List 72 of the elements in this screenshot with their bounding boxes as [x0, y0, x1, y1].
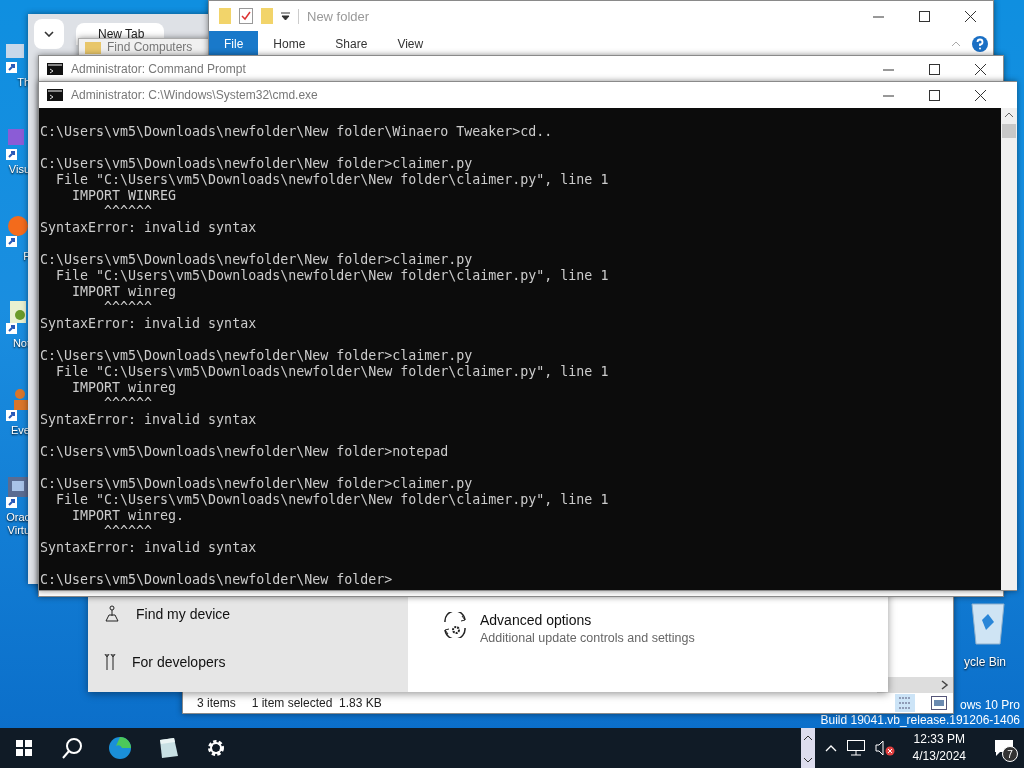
- console-line: File "C:\Users\vm5\Downloads\newfolder\New folder\claimer.py", line 1: [55, 268, 610, 284]
- search-icon: [61, 737, 83, 759]
- console-line: File "C:\Users\vm5\Downloads\newfolder\New folder\claimer.py", line 1: [55, 364, 610, 380]
- help-icon[interactable]: [971, 35, 989, 53]
- console-icon: [47, 89, 63, 101]
- close-icon: [974, 63, 986, 75]
- console-line: File "C:\Users\vm5\Downloads\newfolder\New folder\claimer.py", line 1: [55, 492, 610, 508]
- tools-icon: [104, 653, 116, 671]
- maximize-icon: [928, 63, 940, 75]
- dropdown-icon[interactable]: [281, 11, 290, 21]
- console-line: IMPORT WINREG: [71, 188, 178, 204]
- scroll-arrows-icon[interactable]: [800, 728, 815, 768]
- recycle-bin-icon[interactable]: [970, 600, 1006, 646]
- gear-icon: [205, 737, 227, 759]
- window-title: New folder: [298, 8, 370, 24]
- ribbon-tab[interactable]: Share: [320, 31, 383, 57]
- thumbnail-view-icon[interactable]: [931, 696, 947, 710]
- console-line: C:\Users\vm5\Downloads\newfolder\New folder>claimer.py: [40, 476, 474, 492]
- selection-info: 1 item selected 1.83 KB: [251, 696, 382, 710]
- console-line: ^^^^^^: [103, 524, 154, 540]
- scroll-thumb[interactable]: [1002, 124, 1016, 138]
- ribbon-tab[interactable]: File: [209, 31, 259, 57]
- browser-logo-icon: [108, 736, 132, 760]
- console-line: SyntaxError: invalid syntax: [40, 540, 258, 556]
- console-line: ^^^^^^: [103, 396, 154, 412]
- console-line: C:\Users\vm5\Downloads\newfolder\New folder>notepad: [40, 444, 450, 460]
- option-description: Additional update controls and settings: [480, 631, 695, 645]
- close-icon: [964, 10, 976, 22]
- chevron-up-icon[interactable]: [824, 744, 837, 752]
- refresh-gear-icon: [442, 612, 468, 638]
- console-line: C:\Users\vm5\Downloads\newfolder\New folder>claimer.py: [40, 156, 474, 172]
- console-line: SyntaxError: invalid syntax: [40, 412, 258, 428]
- edition-text: Build 19041.vb_release.191206-1406: [820, 713, 1020, 728]
- ribbon-tab[interactable]: View: [382, 31, 439, 57]
- settings-nav-item[interactable]: For developers: [104, 650, 408, 674]
- console-line: ^^^^^^: [103, 204, 154, 220]
- properties-icon[interactable]: [239, 8, 253, 24]
- console-line: ^^^^^^: [103, 300, 154, 316]
- console-line: IMPORT winreg: [71, 284, 178, 300]
- notifications-button[interactable]: 7: [984, 728, 1024, 768]
- console-line: C:\Users\vm5\Downloads\newfolder\New folder>claimer.py: [40, 252, 474, 268]
- console-line: IMPORT winreg: [71, 380, 178, 396]
- folder-icon: [85, 41, 101, 54]
- maximize-icon: [928, 89, 940, 101]
- console-line: File "C:\Users\vm5\Downloads\newfolder\New folder\claimer.py", line 1: [55, 172, 610, 188]
- scroll-right-icon[interactable]: [941, 680, 949, 690]
- item-count: 3 items: [197, 696, 236, 710]
- option-title[interactable]: Advanced options: [480, 612, 695, 628]
- notification-count: 7: [1002, 746, 1018, 762]
- clock-time[interactable]: 12:33 PM: [913, 731, 965, 748]
- maximize-icon: [918, 10, 930, 22]
- console-line: SyntaxError: invalid syntax: [40, 316, 258, 332]
- chevron-down-icon: [44, 31, 54, 37]
- settings-nav-item[interactable]: Find my device: [104, 602, 408, 626]
- console-icon: [47, 63, 63, 75]
- console-line: IMPORT winreg.: [71, 508, 186, 524]
- edition-text: ows 10 Pro: [959, 698, 1020, 713]
- ribbon-tab[interactable]: Home: [258, 31, 321, 57]
- console-line: C:\Users\vm5\Downloads\newfolder\New folder\Winaero Tweaker>cd..: [40, 124, 554, 140]
- location-person-icon: [104, 605, 120, 623]
- tab-list-button[interactable]: [34, 19, 64, 49]
- clock-date[interactable]: 4/13/2024: [912, 748, 966, 765]
- windows-logo-icon: [16, 740, 32, 756]
- window-title: Administrator: Command Prompt: [71, 62, 246, 76]
- recycle-bin-label: ycle Bin: [963, 655, 1006, 669]
- window-title: Administrator: C:\Windows\System32\cmd.exe: [71, 88, 318, 102]
- network-icon[interactable]: [846, 740, 865, 756]
- console-line: C:\Users\vm5\Downloads\newfolder\New folder>: [40, 572, 394, 588]
- console-line: C:\Users\vm5\Downloads\newfolder\New folder>claimer.py: [40, 348, 474, 364]
- volume-icon[interactable]: [874, 740, 895, 756]
- close-icon: [974, 89, 986, 101]
- console-line: SyntaxError: invalid syntax: [40, 220, 258, 236]
